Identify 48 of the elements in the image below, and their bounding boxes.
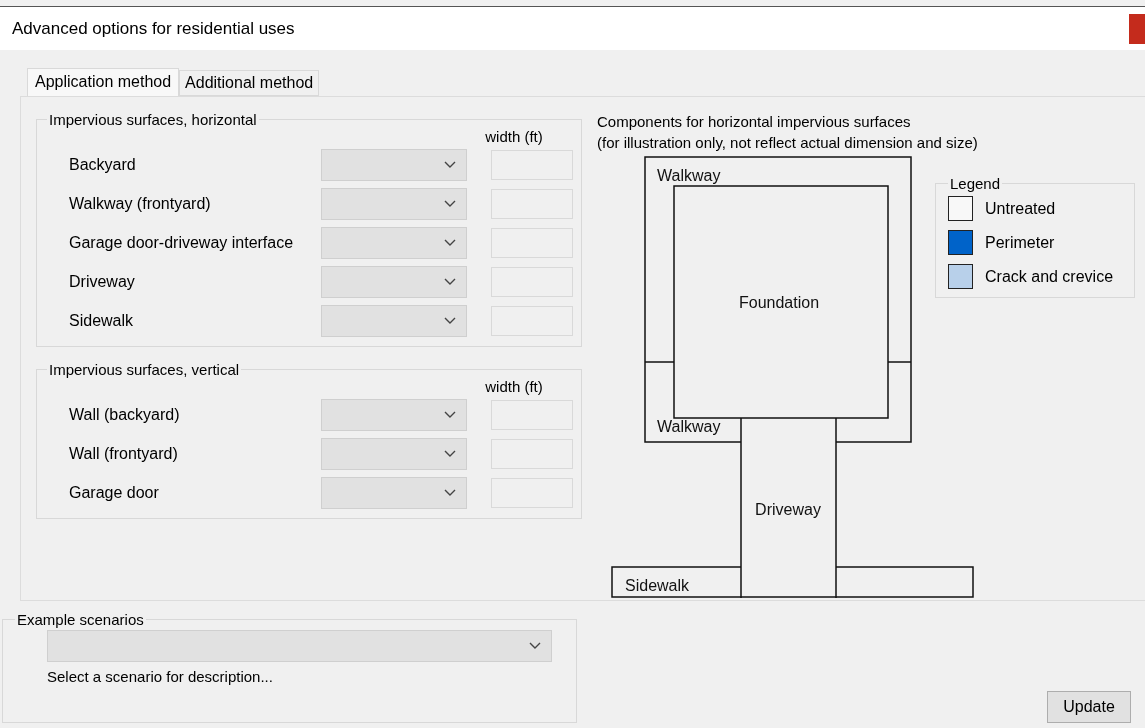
legend-label: Perimeter: [985, 233, 1055, 252]
scenario-description: Select a scenario for description...: [47, 668, 274, 685]
group-title: Impervious surfaces, vertical: [48, 361, 241, 378]
update-button[interactable]: Update: [1047, 691, 1131, 723]
chevron-down-icon: [444, 277, 456, 286]
dropdown[interactable]: [321, 398, 467, 431]
chevron-down-icon: [444, 199, 456, 208]
chevron-down-icon: [444, 238, 456, 247]
tab[interactable]: Additional method: [179, 70, 320, 96]
area-label: Sidewalk: [625, 577, 690, 594]
window-title: Advanced options for residential uses: [12, 18, 295, 39]
chevron-down-icon: [444, 449, 456, 458]
chevron-down-icon: [444, 316, 456, 325]
chevron-down-icon: [444, 160, 456, 169]
row-label: Garage door-driveway interface: [69, 233, 295, 252]
scenario-dropdown[interactable]: [47, 630, 552, 662]
row-label: Sidewalk: [69, 311, 135, 330]
area-label: Driveway: [755, 501, 821, 518]
dropdown[interactable]: [321, 265, 467, 298]
diagram-title: Components for horizontal impervious surfaces: [597, 112, 912, 132]
legend-label: Untreated: [985, 199, 1056, 218]
chevron-down-icon: [444, 488, 456, 497]
area-label: Walkway: [657, 418, 721, 435]
group-title: Impervious surfaces, horizontal: [48, 111, 258, 128]
legend-title: Legend: [949, 175, 1002, 192]
dropdown[interactable]: [321, 476, 467, 509]
chevron-down-icon: [444, 410, 456, 419]
dropdown[interactable]: [321, 226, 467, 259]
area-label: Walkway: [657, 167, 721, 184]
tab[interactable]: Application method: [27, 68, 180, 97]
diagram-note: (for illustration only, not reflect actual dimension and size): [597, 133, 979, 153]
close-button[interactable]: [1129, 13, 1145, 44]
dropdown[interactable]: [321, 437, 467, 470]
dropdown[interactable]: [321, 148, 467, 181]
row-label: Driveway: [69, 272, 136, 291]
row-label: Wall (frontyard): [69, 444, 179, 463]
dropdown[interactable]: [321, 187, 467, 220]
column-header: width (ft): [484, 128, 544, 145]
legend-label: Crack and crevice: [985, 267, 1114, 286]
row-label: Wall (backyard): [69, 405, 181, 424]
area-label: Foundation: [738, 294, 820, 311]
group-title: Example scenarios: [16, 611, 145, 628]
row-label: Garage door: [69, 483, 160, 502]
chevron-down-icon: [529, 642, 541, 650]
column-header: width (ft): [484, 378, 544, 395]
dropdown[interactable]: [321, 304, 467, 337]
row-label: Backyard: [69, 155, 137, 174]
row-label: Walkway (frontyard): [69, 194, 212, 213]
